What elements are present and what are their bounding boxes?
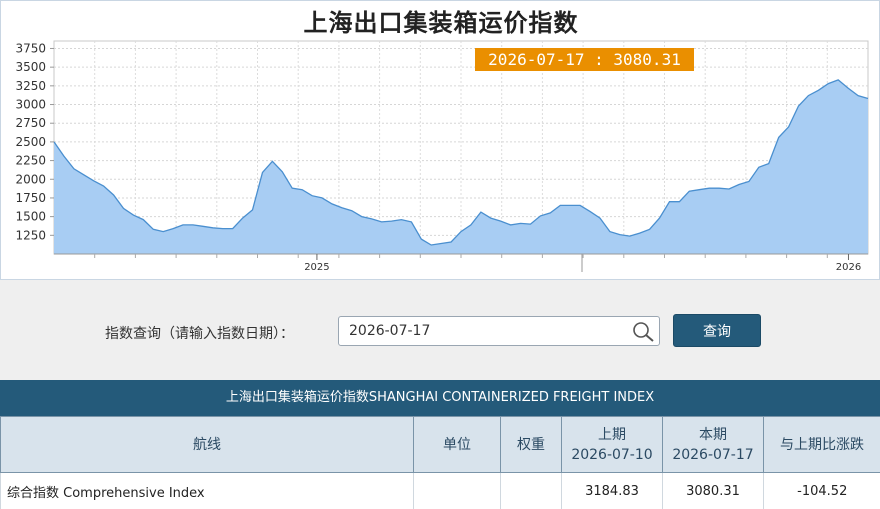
header-previous-period: 上期 2026-07-10 [562, 417, 663, 473]
y-tick-label: 3000 [15, 98, 46, 112]
search-icon[interactable] [631, 320, 655, 342]
chart-panel: 1250 1500 1750 2000 2250 2500 2750 3000 3250 3500… [0, 0, 880, 280]
header-weight: 权重 [501, 417, 562, 473]
date-input-wrapper[interactable] [338, 316, 660, 346]
y-tick-label: 2250 [15, 154, 46, 168]
y-tick-label: 2750 [15, 116, 46, 130]
header-prev-label: 上期 [598, 427, 626, 443]
x-tick-label: 2026 [836, 262, 861, 273]
y-tick-label: 3500 [15, 60, 46, 74]
header-route: 航线 [1, 417, 414, 473]
y-tick-label: 1250 [15, 228, 46, 242]
table-row[interactable]: 综合指数 Comprehensive Index 3184.83 3080.31… [1, 473, 880, 509]
freight-index-chart[interactable]: 1250 1500 1750 2000 2250 2500 2750 3000 3250 3500… [1, 1, 880, 281]
y-tick-label: 3750 [15, 41, 46, 55]
header-prev-date: 2026-07-10 [571, 447, 652, 463]
y-tick-label: 2500 [15, 135, 46, 149]
header-change: 与上期比涨跌 [764, 417, 880, 473]
header-unit: 单位 [414, 417, 501, 473]
cell-route[interactable]: 综合指数 Comprehensive Index [1, 473, 414, 509]
table-title: 上海出口集装箱运价指数SHANGHAI CONTAINERIZED FREIGH… [0, 380, 880, 416]
header-current-period: 本期 2026-07-17 [663, 417, 764, 473]
header-curr-label: 本期 [699, 427, 727, 443]
query-label: 指数查询（请输入指数日期）： [105, 323, 294, 343]
cell-unit [414, 473, 501, 509]
tooltip-text: 2026-07-17 : 3080.31 [488, 50, 681, 69]
cell-current: 3080.31 [663, 473, 764, 509]
index-table: 航线 单位 权重 上期 2026-07-10 本期 2026-07-17 与上期比涨… [0, 416, 880, 509]
query-button[interactable]: 查询 [673, 314, 761, 347]
cell-weight [501, 473, 562, 509]
cell-previous: 3184.83 [562, 473, 663, 509]
y-tick-label: 2000 [15, 172, 46, 186]
date-input[interactable] [339, 317, 629, 345]
chart-title: 上海出口集装箱运价指数 [1, 3, 880, 38]
y-tick-label: 1750 [15, 191, 46, 205]
cell-change: -104.52 [764, 473, 880, 509]
y-tick-label: 3250 [15, 79, 46, 93]
header-curr-date: 2026-07-17 [672, 447, 753, 463]
y-tick-label: 1500 [15, 210, 46, 224]
table-header-row: 航线 单位 权重 上期 2026-07-10 本期 2026-07-17 与上期比涨… [1, 417, 880, 473]
x-tick-label: 2025 [304, 262, 329, 273]
